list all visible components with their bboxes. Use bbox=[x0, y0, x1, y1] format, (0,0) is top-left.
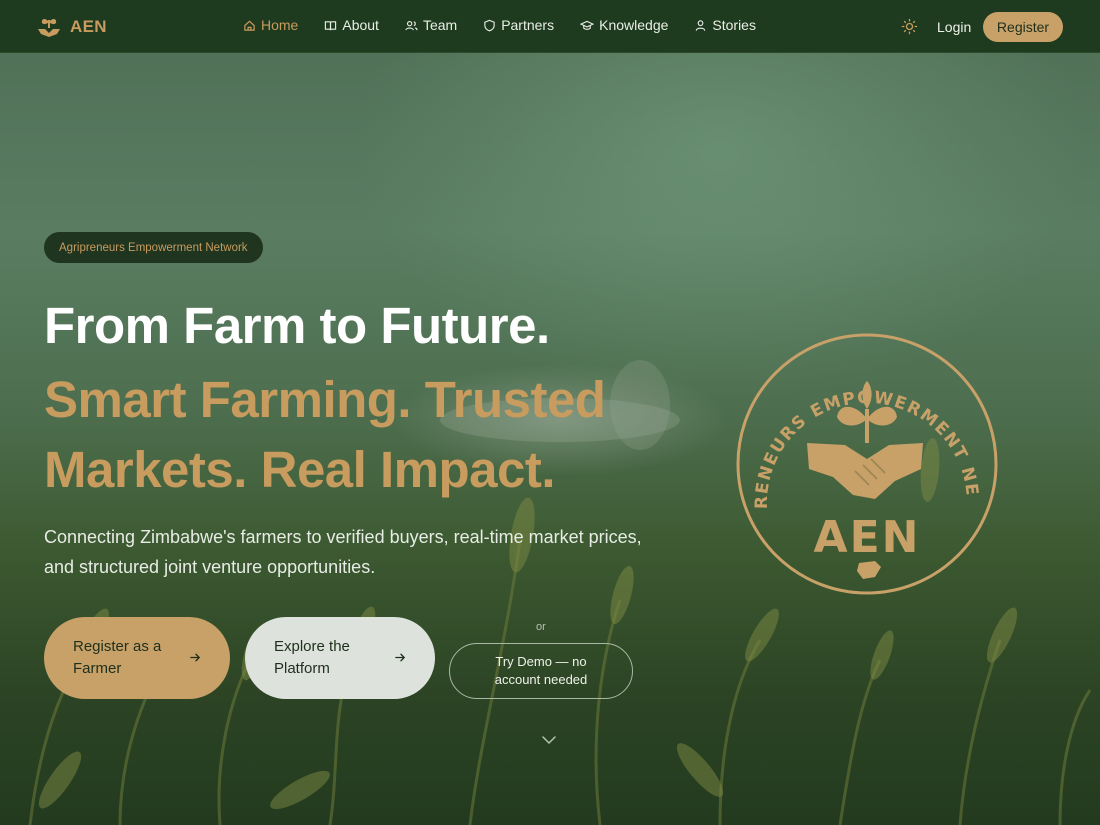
nav-item-label: Stories bbox=[712, 17, 756, 33]
brand-name: AEN bbox=[70, 17, 107, 36]
arrow-right-icon bbox=[190, 653, 201, 662]
sun-icon bbox=[901, 18, 918, 35]
explore-platform-button[interactable]: Explore the Platform bbox=[245, 617, 435, 699]
nav-item-label: Knowledge bbox=[599, 17, 669, 33]
theme-toggle-button[interactable] bbox=[901, 18, 918, 40]
nav-item-about[interactable]: About bbox=[324, 17, 379, 33]
nav-item-label: Team bbox=[422, 17, 458, 33]
register-farmer-button[interactable]: Register as a Farmer bbox=[44, 617, 230, 699]
shield-icon bbox=[484, 19, 495, 31]
nav-links: Home About Team Partners Knowledge Stori… bbox=[243, 17, 782, 33]
register-farmer-label: Register as a Farmer bbox=[73, 638, 162, 677]
hero-subheadline: Smart Farming. Trusted Markets. Real Imp… bbox=[44, 371, 606, 498]
tagline-badge: Agripreneurs Empowerment Network bbox=[44, 232, 263, 263]
book-icon bbox=[325, 20, 337, 30]
users-icon bbox=[405, 20, 418, 30]
chevron-down-icon bbox=[542, 736, 556, 745]
hero-description: Connecting Zimbabwe's farmers to verifie… bbox=[44, 527, 642, 577]
scroll-down-button[interactable] bbox=[541, 733, 557, 751]
nav-item-team[interactable]: Team bbox=[405, 17, 457, 33]
try-demo-button[interactable]: Try Demo — no account needed bbox=[449, 643, 633, 699]
nav-item-label: Home bbox=[261, 17, 299, 33]
try-demo-label: Try Demo — no account needed bbox=[494, 654, 588, 687]
login-link[interactable]: Login bbox=[937, 19, 971, 35]
zimbabwe-map-icon bbox=[857, 561, 881, 579]
user-icon bbox=[696, 19, 706, 31]
home-icon bbox=[244, 20, 255, 31]
hero-headline: From Farm to Future. bbox=[44, 297, 550, 354]
nav-item-label: Partners bbox=[501, 17, 555, 33]
nav-item-label: About bbox=[342, 17, 379, 33]
brand-logo[interactable]: AEN bbox=[36, 13, 107, 41]
sprout-hands-icon bbox=[38, 19, 60, 37]
or-separator: or bbox=[536, 621, 546, 633]
top-navbar: AEN Home About Team Partners Knowledge S… bbox=[0, 0, 1100, 53]
emblem-initials: AEN bbox=[814, 512, 921, 563]
graduation-cap-icon bbox=[580, 20, 595, 30]
arrow-right-icon bbox=[395, 653, 406, 662]
nav-item-stories[interactable]: Stories bbox=[694, 17, 756, 33]
nav-item-partners[interactable]: Partners bbox=[483, 17, 554, 33]
nav-item-knowledge[interactable]: Knowledge bbox=[580, 17, 668, 33]
register-button[interactable]: Register bbox=[983, 12, 1063, 42]
aen-emblem-logo: AGRIPRENEURS EMPOWERMENT NETWORK AEN bbox=[735, 331, 998, 595]
explore-platform-label: Explore the Platform bbox=[274, 638, 350, 677]
nav-item-home[interactable]: Home bbox=[243, 17, 298, 33]
